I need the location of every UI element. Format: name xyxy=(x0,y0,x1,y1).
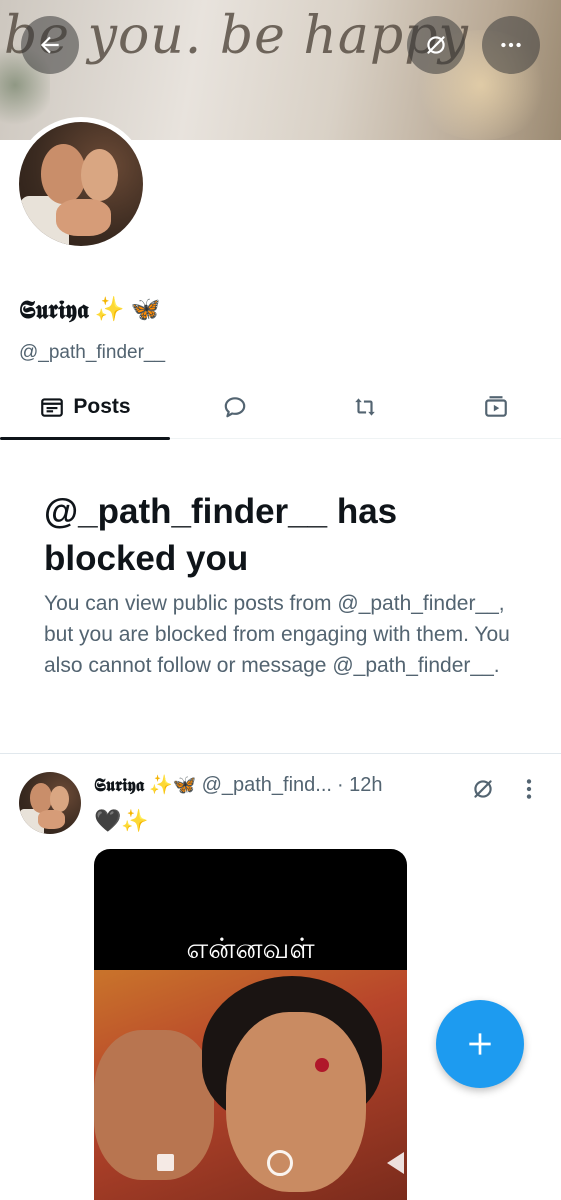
more-vertical-icon[interactable] xyxy=(518,776,540,802)
grok-slash-icon xyxy=(427,36,445,54)
home-icon[interactable] xyxy=(267,1150,293,1176)
back-triangle-icon[interactable] xyxy=(387,1152,404,1174)
blocked-title: @_path_finder__ has blocked you xyxy=(44,492,398,578)
avatar-image xyxy=(19,772,81,834)
recents-icon[interactable] xyxy=(157,1154,174,1171)
plus-icon xyxy=(469,1033,491,1055)
posts-icon xyxy=(41,398,64,417)
more-options-button[interactable] xyxy=(482,16,540,74)
system-nav-bar xyxy=(0,1138,561,1188)
post-author-avatar[interactable] xyxy=(19,772,81,834)
grok-button[interactable] xyxy=(407,16,465,74)
blocked-message: You can view public posts from @_path_fi… xyxy=(44,592,510,677)
blocked-notice: @_path_finder__ has blocked you You can … xyxy=(44,488,534,681)
tab-selected-indicator xyxy=(0,437,170,440)
post-timestamp[interactable]: · 12h xyxy=(337,774,383,797)
more-horizontal-icon xyxy=(501,42,521,48)
post-author-name[interactable]: 𝕾𝖚𝖗𝖎𝖞𝖆 xyxy=(94,775,144,796)
tab-posts-label: Posts xyxy=(73,395,131,418)
repost-icon xyxy=(355,398,375,416)
media-caption: என்னவள் xyxy=(186,933,315,964)
tab-reposts[interactable] xyxy=(300,375,430,439)
media-play-icon xyxy=(484,396,507,417)
avatar-image xyxy=(19,122,143,246)
profile-display-name: 𝕾𝖚𝖗𝖎𝖞𝖆 xyxy=(19,295,89,324)
post-author-emojis: ✨🦋 xyxy=(149,775,197,796)
grok-slash-icon[interactable] xyxy=(470,776,496,802)
reply-bubble-icon xyxy=(224,397,246,418)
post-author-handle[interactable]: @_path_find... xyxy=(202,774,332,797)
tab-replies[interactable] xyxy=(170,375,300,439)
butterfly-emoji: 🦋 xyxy=(130,296,161,323)
profile-name-row: 𝕾𝖚𝖗𝖎𝖞𝖆 ✨ 🦋 xyxy=(19,295,161,325)
profile-handle: @_path_finder__ xyxy=(19,342,166,363)
post-text: 🖤✨ xyxy=(94,808,149,833)
back-button[interactable] xyxy=(21,16,79,74)
sparkles-emoji: ✨ xyxy=(94,296,125,323)
profile-avatar[interactable] xyxy=(14,117,148,251)
profile-tabs: Posts xyxy=(0,375,561,440)
tab-media[interactable] xyxy=(430,375,561,439)
arrow-left-icon xyxy=(40,36,59,54)
post-header: 𝕾𝖚𝖗𝖎𝖞𝖆 ✨🦋 @_path_find... · 12h xyxy=(94,774,383,797)
tab-posts[interactable]: Posts xyxy=(0,375,170,440)
divider xyxy=(0,753,561,754)
compose-button[interactable] xyxy=(436,1000,524,1088)
